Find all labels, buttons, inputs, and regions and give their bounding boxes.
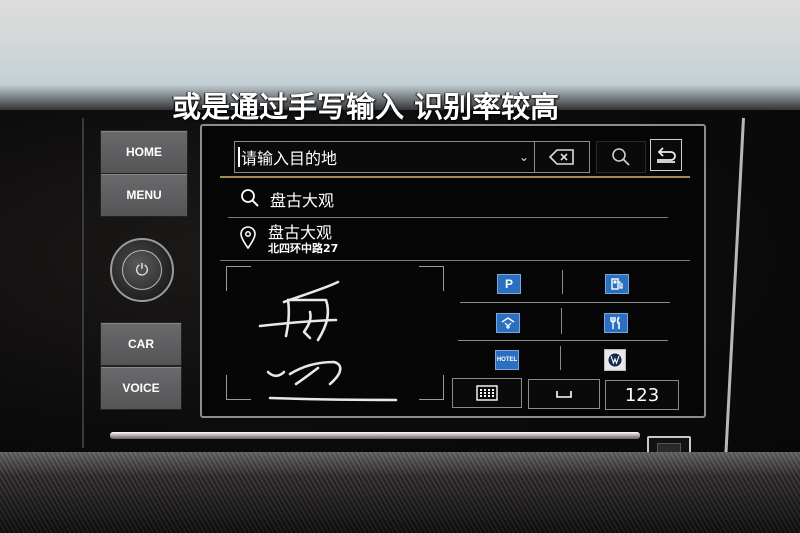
search-icon xyxy=(241,189,259,207)
keyboard-toggle-button[interactable] xyxy=(452,378,522,408)
result-title: 盘古大观 xyxy=(270,191,335,210)
fuel-station-icon xyxy=(605,274,629,294)
result-item-suggestion[interactable]: 盘古大观 xyxy=(218,178,694,216)
backspace-icon xyxy=(549,149,574,165)
destination-search-input[interactable]: 请输入目的地 ⌄ xyxy=(234,141,536,173)
backspace-button[interactable] xyxy=(534,141,590,173)
search-placeholder: 请输入目的地 xyxy=(241,149,338,168)
poi-service-area-button[interactable] xyxy=(454,304,560,340)
poi-fuel-button[interactable] xyxy=(564,264,670,302)
search-icon xyxy=(612,148,630,166)
poi-category-grid: P HOTEL xyxy=(454,264,690,376)
chrome-trim xyxy=(110,432,640,439)
trim-shading xyxy=(0,452,800,533)
power-icon: ⏻ xyxy=(122,250,162,290)
space-icon xyxy=(556,391,572,398)
panel-edge xyxy=(82,118,84,448)
row-divider xyxy=(220,260,690,261)
text-caret xyxy=(238,147,240,167)
grid-divider xyxy=(560,346,561,370)
back-button[interactable] xyxy=(650,139,682,171)
restaurant-icon xyxy=(604,313,628,333)
photo-caption: 或是通过手写输入 识别率较高 xyxy=(172,90,560,124)
vw-logo-icon xyxy=(604,349,626,371)
handwriting-strokes xyxy=(258,280,398,402)
grid-divider xyxy=(562,270,563,294)
navigation-screen: 请输入目的地 ⌄ 盘古大观 盘古大观 北四环中路27 P HOTEL 123 xyxy=(218,132,694,410)
location-pin-icon xyxy=(240,226,256,250)
keyboard-icon xyxy=(476,385,498,401)
poi-hotel-button[interactable]: HOTEL xyxy=(454,342,560,376)
result-item-place[interactable]: 盘古大观 北四环中路27 xyxy=(218,218,694,258)
voice-button[interactable]: VOICE xyxy=(100,366,182,410)
grid-divider xyxy=(460,302,670,303)
grid-divider xyxy=(458,340,668,341)
numeric-keyboard-button[interactable]: 123 xyxy=(605,380,679,410)
home-button[interactable]: HOME xyxy=(100,130,188,174)
poi-vw-dealer-button[interactable] xyxy=(564,342,670,376)
poi-restaurant-button[interactable] xyxy=(564,304,670,340)
power-volume-knob[interactable]: ⏻ xyxy=(110,238,174,302)
handwriting-input-area[interactable] xyxy=(226,264,444,404)
poi-parking-button[interactable]: P xyxy=(454,264,560,302)
parking-icon: P xyxy=(497,274,521,294)
chevron-down-icon[interactable]: ⌄ xyxy=(519,150,529,164)
service-area-icon xyxy=(496,313,520,333)
car-button[interactable]: CAR xyxy=(100,322,182,366)
back-arrow-icon xyxy=(657,147,676,163)
search-button[interactable] xyxy=(596,141,646,173)
space-button[interactable] xyxy=(528,379,600,409)
result-address: 北四环中路27 xyxy=(268,242,339,255)
menu-button[interactable]: MENU xyxy=(100,173,188,217)
hotel-icon: HOTEL xyxy=(495,350,519,370)
grid-divider xyxy=(561,308,562,334)
